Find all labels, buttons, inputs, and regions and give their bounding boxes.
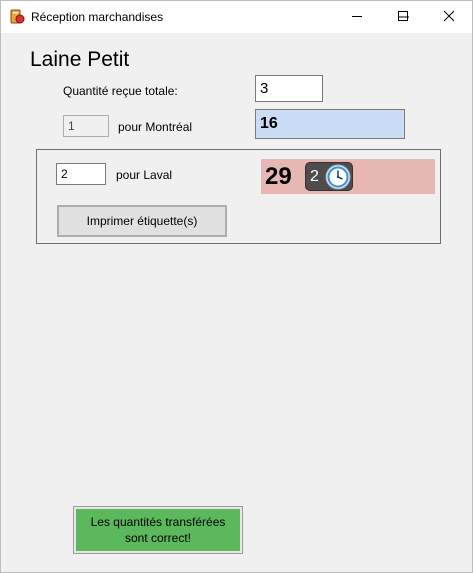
clock-icon [325,164,351,195]
montreal-stock: 16 [255,109,405,139]
montreal-qty-input [63,115,109,137]
reception-window: Réception marchandises Laine Petit Quant… [0,0,473,573]
minimize-icon [352,16,362,17]
total-qty-input[interactable] [255,75,323,102]
minimize-control[interactable] [334,0,380,32]
close-control[interactable] [426,0,472,32]
montreal-label: pour Montréal [118,120,193,134]
laval-qty-input[interactable] [56,163,106,185]
laval-label: pour Laval [116,168,173,182]
close-icon [443,10,455,22]
laval-stock: 29 [265,163,292,190]
app-icon [9,9,25,25]
maximize-icon [398,11,408,21]
total-qty-label: Quantité reçue totale: [63,84,178,98]
pending-badge[interactable]: 2 [305,162,353,191]
laval-stock-panel: 29 2 [261,159,435,194]
window-title: Réception marchandises [31,10,164,24]
product-name: Laine Petit [30,48,130,71]
confirm-label: Les quantités transférées sont correct! [90,515,226,545]
maximize-control[interactable] [380,0,426,32]
pending-count: 2 [310,168,319,185]
confirm-transfer-button[interactable]: Les quantités transférées sont correct! [73,506,243,554]
print-labels-button[interactable]: Imprimer étiquette(s) [57,205,227,237]
